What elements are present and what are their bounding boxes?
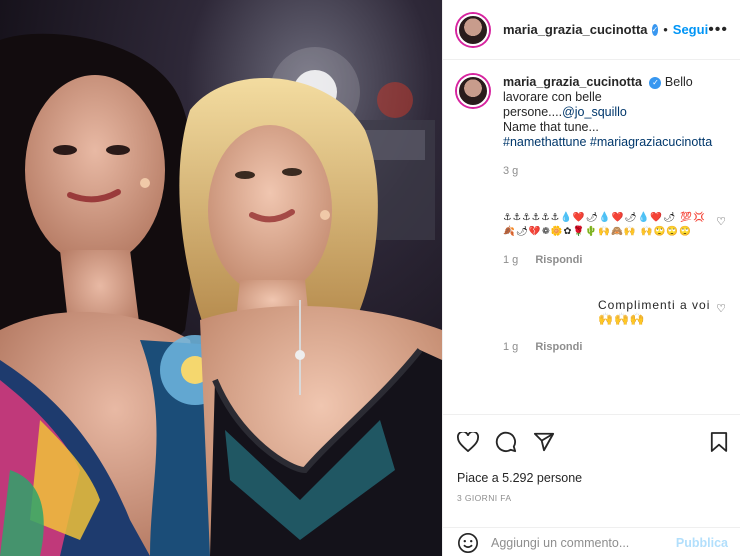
caption-text-2: Name that tune... <box>503 120 599 134</box>
save-bookmark-icon[interactable] <box>710 431 728 453</box>
action-icons <box>457 427 728 457</box>
add-comment-bar: Pubblica <box>443 527 740 557</box>
comment-item: ⚓⚓⚓⚓⚓⚓💧❤️🌶💧❤️🌶💧❤️🌶 💯💢🍂🌶💔❁🌼✿🌹🌵🙌🙈🙌 🙌🙄🙄🙄 1 … <box>457 211 726 268</box>
like-heart-icon[interactable] <box>457 432 479 452</box>
comment-time: 1 g <box>503 341 519 353</box>
publish-button[interactable]: Pubblica <box>676 536 728 550</box>
post-actions: Piace a 5.292 persone 3 GIORNI FA <box>443 414 740 503</box>
emoji-icon[interactable] <box>457 532 479 554</box>
comment-time: 1 g <box>503 254 519 266</box>
comment-meta: 1 g Rispondi <box>503 253 713 268</box>
comment-body: ⚓⚓⚓⚓⚓⚓💧❤️🌶💧❤️🌶💧❤️🌶 💯💢🍂🌶💔❁🌼✿🌹🌵🙌🙈🙌 🙌🙄🙄🙄 1 … <box>503 211 713 268</box>
likes-count[interactable]: Piace a 5.292 persone <box>457 471 728 485</box>
reply-button[interactable]: Rispondi <box>535 254 582 266</box>
share-icon[interactable] <box>533 431 555 453</box>
caption-body: maria_grazia_cucinotta ✓ Bello lavorare … <box>503 75 723 179</box>
comment-item: Complimenti a voi 🙌🙌🙌 1 g Rispondi ♡ <box>457 298 726 355</box>
verified-badge-icon: ✓ <box>651 23 659 36</box>
caption-username[interactable]: maria_grazia_cucinotta <box>503 75 642 89</box>
comment-input[interactable] <box>491 535 656 550</box>
follow-button[interactable]: Segui <box>673 22 708 37</box>
avatar[interactable] <box>457 13 489 46</box>
comment-avatar[interactable] <box>457 211 489 243</box>
post-photo[interactable] <box>0 0 442 556</box>
comment-meta: 1 g Rispondi <box>503 340 713 355</box>
header-username[interactable]: maria_grazia_cucinotta <box>503 22 648 37</box>
comment-text: Complimenti a voi 🙌🙌🙌 <box>598 298 711 326</box>
caption-time: 3 g <box>503 165 519 177</box>
comment-like-heart-icon[interactable]: ♡ <box>716 302 726 315</box>
caption: maria_grazia_cucinotta ✓ Bello lavorare … <box>457 75 726 179</box>
comment-text: ⚓⚓⚓⚓⚓⚓💧❤️🌶💧❤️🌶💧❤️🌶 💯💢🍂🌶💔❁🌼✿🌹🌵🙌🙈🙌 🙌🙄🙄🙄 <box>503 212 706 237</box>
comment-icon[interactable] <box>495 431 517 453</box>
reply-button[interactable]: Rispondi <box>535 341 582 353</box>
comments-list[interactable]: maria_grazia_cucinotta ✓ Bello lavorare … <box>443 61 740 413</box>
posted-time: 3 GIORNI FA <box>457 493 512 503</box>
header-separator: • <box>663 22 668 37</box>
post-side-panel: maria_grazia_cucinotta ✓ • Segui ••• mar… <box>442 0 740 556</box>
caption-hashtag[interactable]: #namethattune <box>503 135 586 149</box>
comment-like-heart-icon[interactable]: ♡ <box>716 215 726 228</box>
comment-body: Complimenti a voi 🙌🙌🙌 1 g Rispondi <box>503 298 713 355</box>
caption-avatar[interactable] <box>457 75 489 107</box>
verified-badge-icon: ✓ <box>649 76 662 89</box>
post-header: maria_grazia_cucinotta ✓ • Segui ••• <box>443 0 740 60</box>
comment-avatar[interactable] <box>457 298 489 330</box>
more-options-icon[interactable]: ••• <box>708 21 728 39</box>
selfie-image <box>0 0 442 556</box>
instagram-post-dialog: maria_grazia_cucinotta ✓ • Segui ••• mar… <box>0 0 740 556</box>
caption-mention[interactable]: @jo_squillo <box>562 105 627 119</box>
caption-hashtag[interactable]: #mariagraziacucinotta <box>590 135 712 149</box>
